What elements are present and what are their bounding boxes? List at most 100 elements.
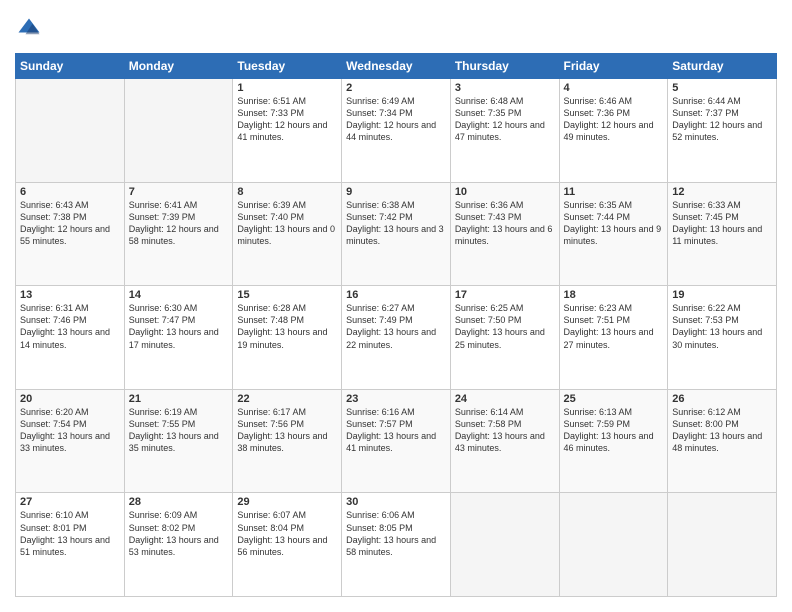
day-info: Sunrise: 6:23 AMSunset: 7:51 PMDaylight:… (564, 302, 664, 351)
day-number: 13 (20, 289, 120, 301)
day-number: 14 (129, 289, 229, 301)
calendar-week-row: 20Sunrise: 6:20 AMSunset: 7:54 PMDayligh… (16, 389, 777, 493)
calendar-cell: 30Sunrise: 6:06 AMSunset: 8:05 PMDayligh… (342, 493, 451, 597)
day-number: 24 (455, 393, 555, 405)
day-number: 3 (455, 82, 555, 94)
calendar-cell: 12Sunrise: 6:33 AMSunset: 7:45 PMDayligh… (668, 182, 777, 286)
calendar-cell (450, 493, 559, 597)
day-info: Sunrise: 6:07 AMSunset: 8:04 PMDaylight:… (237, 509, 337, 558)
calendar-cell: 17Sunrise: 6:25 AMSunset: 7:50 PMDayligh… (450, 286, 559, 390)
calendar-cell: 20Sunrise: 6:20 AMSunset: 7:54 PMDayligh… (16, 389, 125, 493)
day-number: 8 (237, 186, 337, 198)
day-info: Sunrise: 6:31 AMSunset: 7:46 PMDaylight:… (20, 302, 120, 351)
calendar-cell (16, 79, 125, 183)
day-info: Sunrise: 6:46 AMSunset: 7:36 PMDaylight:… (564, 95, 664, 144)
logo-icon (15, 15, 43, 43)
day-number: 30 (346, 496, 446, 508)
day-number: 22 (237, 393, 337, 405)
day-info: Sunrise: 6:36 AMSunset: 7:43 PMDaylight:… (455, 199, 555, 248)
day-info: Sunrise: 6:33 AMSunset: 7:45 PMDaylight:… (672, 199, 772, 248)
day-number: 11 (564, 186, 664, 198)
calendar-cell: 13Sunrise: 6:31 AMSunset: 7:46 PMDayligh… (16, 286, 125, 390)
day-info: Sunrise: 6:22 AMSunset: 7:53 PMDaylight:… (672, 302, 772, 351)
page: SundayMondayTuesdayWednesdayThursdayFrid… (0, 0, 792, 612)
calendar-header-monday: Monday (124, 54, 233, 79)
day-info: Sunrise: 6:12 AMSunset: 8:00 PMDaylight:… (672, 406, 772, 455)
day-info: Sunrise: 6:19 AMSunset: 7:55 PMDaylight:… (129, 406, 229, 455)
day-number: 23 (346, 393, 446, 405)
day-number: 5 (672, 82, 772, 94)
day-info: Sunrise: 6:43 AMSunset: 7:38 PMDaylight:… (20, 199, 120, 248)
calendar-table: SundayMondayTuesdayWednesdayThursdayFrid… (15, 53, 777, 597)
day-number: 20 (20, 393, 120, 405)
header (15, 15, 777, 43)
calendar-cell: 14Sunrise: 6:30 AMSunset: 7:47 PMDayligh… (124, 286, 233, 390)
day-info: Sunrise: 6:48 AMSunset: 7:35 PMDaylight:… (455, 95, 555, 144)
day-number: 2 (346, 82, 446, 94)
calendar-cell: 18Sunrise: 6:23 AMSunset: 7:51 PMDayligh… (559, 286, 668, 390)
day-info: Sunrise: 6:14 AMSunset: 7:58 PMDaylight:… (455, 406, 555, 455)
calendar-header-tuesday: Tuesday (233, 54, 342, 79)
day-info: Sunrise: 6:20 AMSunset: 7:54 PMDaylight:… (20, 406, 120, 455)
calendar-cell: 1Sunrise: 6:51 AMSunset: 7:33 PMDaylight… (233, 79, 342, 183)
day-number: 21 (129, 393, 229, 405)
day-number: 10 (455, 186, 555, 198)
day-info: Sunrise: 6:51 AMSunset: 7:33 PMDaylight:… (237, 95, 337, 144)
calendar-cell: 19Sunrise: 6:22 AMSunset: 7:53 PMDayligh… (668, 286, 777, 390)
day-info: Sunrise: 6:25 AMSunset: 7:50 PMDaylight:… (455, 302, 555, 351)
calendar-cell: 6Sunrise: 6:43 AMSunset: 7:38 PMDaylight… (16, 182, 125, 286)
calendar-cell: 28Sunrise: 6:09 AMSunset: 8:02 PMDayligh… (124, 493, 233, 597)
calendar-cell: 21Sunrise: 6:19 AMSunset: 7:55 PMDayligh… (124, 389, 233, 493)
calendar-cell: 24Sunrise: 6:14 AMSunset: 7:58 PMDayligh… (450, 389, 559, 493)
day-number: 28 (129, 496, 229, 508)
calendar-cell (559, 493, 668, 597)
day-number: 16 (346, 289, 446, 301)
calendar-header-thursday: Thursday (450, 54, 559, 79)
day-number: 4 (564, 82, 664, 94)
calendar-cell: 4Sunrise: 6:46 AMSunset: 7:36 PMDaylight… (559, 79, 668, 183)
day-info: Sunrise: 6:30 AMSunset: 7:47 PMDaylight:… (129, 302, 229, 351)
calendar-cell: 2Sunrise: 6:49 AMSunset: 7:34 PMDaylight… (342, 79, 451, 183)
day-info: Sunrise: 6:09 AMSunset: 8:02 PMDaylight:… (129, 509, 229, 558)
calendar-header-sunday: Sunday (16, 54, 125, 79)
day-info: Sunrise: 6:17 AMSunset: 7:56 PMDaylight:… (237, 406, 337, 455)
calendar-cell: 27Sunrise: 6:10 AMSunset: 8:01 PMDayligh… (16, 493, 125, 597)
day-number: 1 (237, 82, 337, 94)
calendar-week-row: 13Sunrise: 6:31 AMSunset: 7:46 PMDayligh… (16, 286, 777, 390)
day-info: Sunrise: 6:49 AMSunset: 7:34 PMDaylight:… (346, 95, 446, 144)
day-info: Sunrise: 6:41 AMSunset: 7:39 PMDaylight:… (129, 199, 229, 248)
day-number: 19 (672, 289, 772, 301)
calendar-cell: 23Sunrise: 6:16 AMSunset: 7:57 PMDayligh… (342, 389, 451, 493)
calendar-cell: 5Sunrise: 6:44 AMSunset: 7:37 PMDaylight… (668, 79, 777, 183)
calendar-cell: 3Sunrise: 6:48 AMSunset: 7:35 PMDaylight… (450, 79, 559, 183)
day-number: 17 (455, 289, 555, 301)
calendar-header-friday: Friday (559, 54, 668, 79)
calendar-cell: 25Sunrise: 6:13 AMSunset: 7:59 PMDayligh… (559, 389, 668, 493)
day-number: 25 (564, 393, 664, 405)
calendar-cell (124, 79, 233, 183)
calendar-cell: 15Sunrise: 6:28 AMSunset: 7:48 PMDayligh… (233, 286, 342, 390)
day-info: Sunrise: 6:28 AMSunset: 7:48 PMDaylight:… (237, 302, 337, 351)
calendar-cell: 26Sunrise: 6:12 AMSunset: 8:00 PMDayligh… (668, 389, 777, 493)
day-info: Sunrise: 6:38 AMSunset: 7:42 PMDaylight:… (346, 199, 446, 248)
day-info: Sunrise: 6:27 AMSunset: 7:49 PMDaylight:… (346, 302, 446, 351)
calendar-header-wednesday: Wednesday (342, 54, 451, 79)
calendar-week-row: 6Sunrise: 6:43 AMSunset: 7:38 PMDaylight… (16, 182, 777, 286)
day-info: Sunrise: 6:10 AMSunset: 8:01 PMDaylight:… (20, 509, 120, 558)
day-info: Sunrise: 6:35 AMSunset: 7:44 PMDaylight:… (564, 199, 664, 248)
calendar-cell: 8Sunrise: 6:39 AMSunset: 7:40 PMDaylight… (233, 182, 342, 286)
day-info: Sunrise: 6:39 AMSunset: 7:40 PMDaylight:… (237, 199, 337, 248)
calendar-cell (668, 493, 777, 597)
day-number: 26 (672, 393, 772, 405)
calendar-week-row: 1Sunrise: 6:51 AMSunset: 7:33 PMDaylight… (16, 79, 777, 183)
calendar-cell: 9Sunrise: 6:38 AMSunset: 7:42 PMDaylight… (342, 182, 451, 286)
day-info: Sunrise: 6:06 AMSunset: 8:05 PMDaylight:… (346, 509, 446, 558)
day-number: 12 (672, 186, 772, 198)
calendar-cell: 10Sunrise: 6:36 AMSunset: 7:43 PMDayligh… (450, 182, 559, 286)
calendar-cell: 29Sunrise: 6:07 AMSunset: 8:04 PMDayligh… (233, 493, 342, 597)
day-number: 27 (20, 496, 120, 508)
day-info: Sunrise: 6:13 AMSunset: 7:59 PMDaylight:… (564, 406, 664, 455)
calendar-cell: 22Sunrise: 6:17 AMSunset: 7:56 PMDayligh… (233, 389, 342, 493)
day-number: 29 (237, 496, 337, 508)
logo (15, 15, 47, 43)
